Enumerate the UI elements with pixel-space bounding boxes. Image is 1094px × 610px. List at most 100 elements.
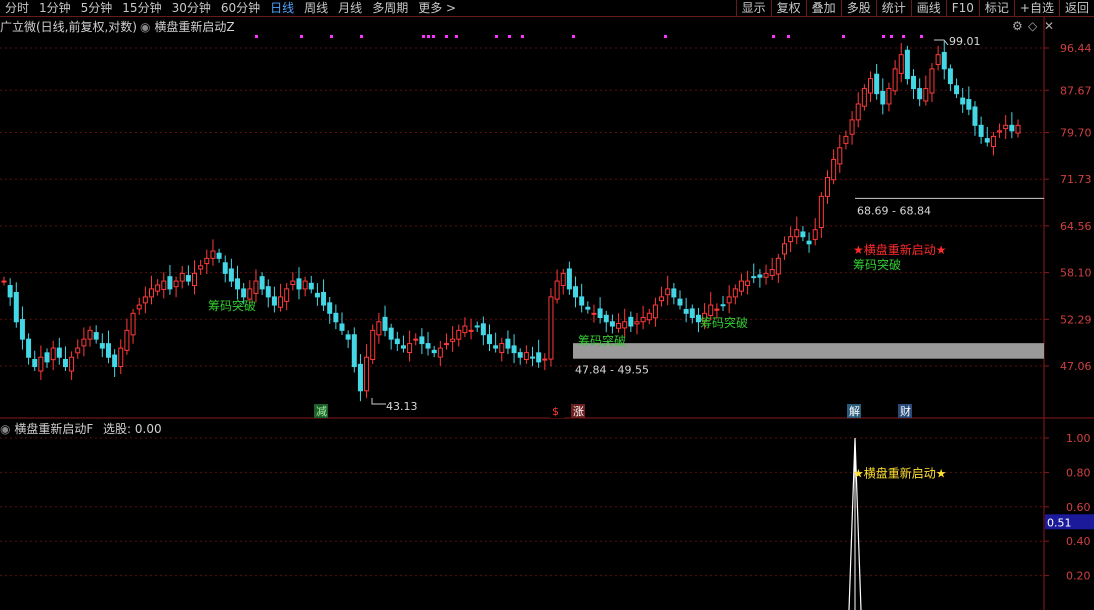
candle-body: [437, 347, 443, 358]
candle-body: [634, 321, 640, 325]
candle-body: [480, 323, 486, 336]
candle-body: [990, 135, 996, 148]
candle-body: [1, 280, 7, 283]
candle-body: [388, 327, 394, 340]
tool-button-0[interactable]: 显示: [735, 0, 771, 16]
candle-body: [954, 85, 960, 95]
candle-body: [210, 250, 216, 259]
low-price-label: 43.13: [386, 400, 418, 413]
tool-button-7[interactable]: 标记: [978, 0, 1014, 16]
signal-dot: [508, 35, 511, 38]
candle-body: [892, 68, 898, 92]
candle-body: [911, 75, 917, 90]
candle-body: [413, 338, 419, 341]
candle-body: [652, 304, 658, 319]
candle-body: [665, 288, 671, 296]
candle-body: [560, 272, 566, 287]
maximize-icon[interactable]: ◇: [1028, 19, 1037, 33]
tool-button-6[interactable]: F10: [945, 0, 979, 16]
tab-period-3[interactable]: 15分钟: [117, 0, 166, 16]
period-tabs: 分时 1分钟 5分钟 15分钟 30分钟 60分钟 日线 周线 月线 多周期 更多 >: [0, 0, 461, 16]
gear-icon[interactable]: ⚙: [1012, 19, 1023, 33]
candle-body: [585, 306, 591, 310]
candle-body: [843, 135, 849, 144]
candle-body: [628, 316, 634, 327]
candle-body: [185, 275, 191, 282]
tool-button-8[interactable]: +自选: [1013, 0, 1059, 16]
candle-body: [345, 334, 351, 340]
tab-period-10[interactable]: 更多 >: [413, 0, 461, 16]
candle-body: [732, 288, 738, 298]
candle-body: [573, 286, 579, 298]
candle-body: [87, 329, 93, 340]
candle-body: [235, 278, 241, 290]
kline-chart[interactable]: 96.44 87.67 79.70 71.73 64.56 58.10 52.29 47.06…: [0, 17, 1094, 610]
candle-body: [161, 280, 167, 290]
candle-body: [597, 308, 603, 319]
candle-body: [56, 347, 62, 358]
tool-button-3[interactable]: 多股: [840, 0, 876, 16]
candle-body: [112, 354, 118, 368]
candle-body: [745, 280, 751, 287]
candle-body: [1009, 124, 1015, 132]
settings-icon[interactable]: ◉: [0, 422, 10, 436]
sub-tick-label: 0.20: [1066, 570, 1091, 583]
candle-body: [880, 90, 886, 105]
event-badge-label: 财: [900, 404, 911, 418]
candle-body: [241, 288, 247, 298]
tab-period-0[interactable]: 分时: [0, 0, 34, 16]
select-value: 0.00: [134, 422, 162, 436]
candle-body: [898, 54, 904, 74]
candle-body: [13, 291, 19, 323]
candle-body: [972, 106, 978, 126]
tool-button-5[interactable]: 画线: [910, 0, 946, 16]
tab-period-5[interactable]: 60分钟: [216, 0, 265, 16]
candle-body: [278, 296, 284, 308]
tool-button-1[interactable]: 复权: [770, 0, 806, 16]
candle-body: [400, 345, 406, 349]
candle-body: [216, 252, 222, 259]
sub-tick-label: 0.60: [1066, 501, 1091, 514]
candle-body: [394, 338, 400, 345]
sub-tick-label: 0.40: [1066, 535, 1091, 548]
candle-body: [192, 272, 198, 287]
candle-body: [929, 68, 935, 94]
candle-body: [616, 322, 622, 329]
candle-body: [204, 257, 210, 265]
tool-button-4[interactable]: 统计: [875, 0, 911, 16]
candle-body: [26, 338, 32, 358]
tab-period-2[interactable]: 5分钟: [76, 0, 118, 16]
candle-body: [794, 229, 800, 238]
candle-body: [382, 316, 388, 331]
event-badge-label: 解: [849, 404, 860, 418]
candle-body: [321, 291, 327, 306]
tab-period-7[interactable]: 周线: [299, 0, 333, 16]
candle-body: [591, 312, 597, 315]
candle-body: [142, 296, 148, 304]
candle-body: [917, 88, 923, 100]
zone-label: 68.69 - 68.84: [857, 204, 931, 217]
price-tick-label: 52.29: [1060, 313, 1092, 326]
candle-body: [339, 323, 345, 331]
signal-dot: [445, 35, 448, 38]
tab-period-4[interactable]: 30分钟: [167, 0, 216, 16]
tool-button-2[interactable]: 叠加: [805, 0, 841, 16]
event-badge-label: 减: [316, 405, 327, 418]
price-tick-label: 79.70: [1060, 126, 1092, 139]
candle-body: [19, 319, 25, 340]
candle-body: [824, 177, 830, 197]
close-icon[interactable]: ✕: [1044, 19, 1054, 33]
tab-period-1[interactable]: 1分钟: [34, 0, 76, 16]
candle-body: [523, 352, 529, 360]
signal-dot: [455, 35, 458, 38]
candle-body: [228, 268, 234, 282]
tab-period-8[interactable]: 月线: [333, 0, 367, 16]
tab-period-6[interactable]: 日线: [265, 0, 299, 16]
candle-body: [536, 352, 542, 363]
tool-button-9[interactable]: 返回: [1058, 0, 1094, 16]
tab-period-9[interactable]: 多周期: [367, 0, 413, 16]
candle-body: [923, 88, 929, 102]
settings-icon[interactable]: ◉: [140, 20, 150, 34]
signal-annotation: 筹码突破: [208, 298, 256, 313]
candle-body: [462, 325, 468, 334]
